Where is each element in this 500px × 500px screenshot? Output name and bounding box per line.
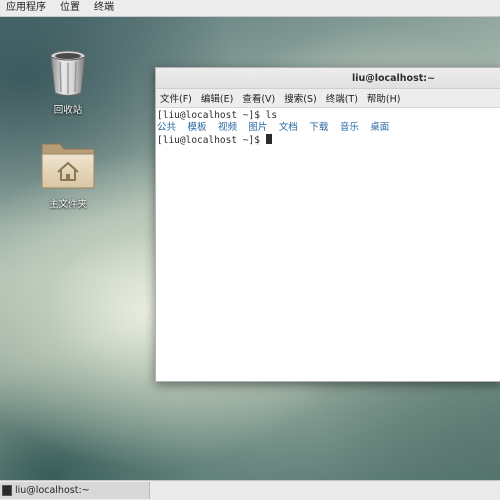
terminal-window[interactable]: liu@localhost:~ 文件(F) 编辑(E) 查看(V) 搜索(S) …	[155, 67, 500, 382]
terminal-line: [liu@localhost ~]$ ls	[157, 110, 500, 122]
dir-entry: 下载	[309, 122, 329, 133]
terminal-menubar: 文件(F) 编辑(E) 查看(V) 搜索(S) 终端(T) 帮助(H)	[156, 89, 500, 108]
home-folder-icon	[41, 143, 95, 189]
dir-entry: 视频	[217, 122, 237, 133]
dir-entry: 模板	[187, 122, 207, 133]
dir-entry: 文档	[278, 122, 298, 133]
shell-prompt: [liu@localhost ~]$	[157, 110, 266, 121]
ls-output-line: 公共 模板 视频 图片 文档 下载 音乐 桌面	[157, 122, 500, 134]
terminal-titlebar[interactable]: liu@localhost:~	[156, 68, 500, 89]
top-panel: 应用程序 位置 终端	[0, 0, 500, 17]
menu-search[interactable]: 搜索(S)	[284, 91, 316, 105]
text-cursor	[265, 134, 272, 144]
terminal-icon	[2, 485, 12, 496]
menu-file[interactable]: 文件(F)	[160, 91, 192, 105]
places-menu[interactable]: 位置	[54, 0, 88, 16]
taskbar-item-terminal[interactable]: liu@localhost:~	[0, 482, 150, 499]
shell-command: ls	[265, 110, 278, 121]
menu-view[interactable]: 查看(V)	[242, 91, 275, 105]
home-folder-label: 主文件夹	[48, 199, 87, 210]
trash-icon	[50, 50, 86, 96]
taskbar: liu@localhost:~	[0, 480, 500, 500]
terminal-app-menu[interactable]: 终端	[88, 0, 122, 16]
menu-help[interactable]: 帮助(H)	[367, 91, 401, 105]
shell-prompt: [liu@localhost ~]$	[157, 135, 266, 146]
dir-entry: 公共	[157, 122, 177, 133]
trash-label: 回收站	[53, 105, 83, 116]
applications-menu[interactable]: 应用程序	[0, 0, 54, 16]
menu-terminal[interactable]: 终端(T)	[326, 91, 358, 105]
dir-entry: 桌面	[370, 122, 390, 133]
window-title: liu@localhost:~	[351, 72, 436, 84]
terminal-output[interactable]: [liu@localhost ~]$ ls 公共 模板 视频 图片 文档 下载 音…	[156, 108, 500, 147]
terminal-line: [liu@localhost ~]$	[157, 134, 500, 147]
desktop-icon-trash[interactable]: 回收站	[30, 48, 106, 117]
desktop: 应用程序 位置 终端 回收站 主文件夹 liu@localhost:~ 文件(F…	[0, 0, 500, 500]
dir-entry: 图片	[248, 122, 268, 133]
desktop-icon-home[interactable]: 主文件夹	[30, 138, 106, 211]
dir-entry: 音乐	[339, 122, 359, 133]
taskbar-item-label: liu@localhost:~	[15, 485, 90, 496]
menu-edit[interactable]: 编辑(E)	[201, 91, 233, 105]
